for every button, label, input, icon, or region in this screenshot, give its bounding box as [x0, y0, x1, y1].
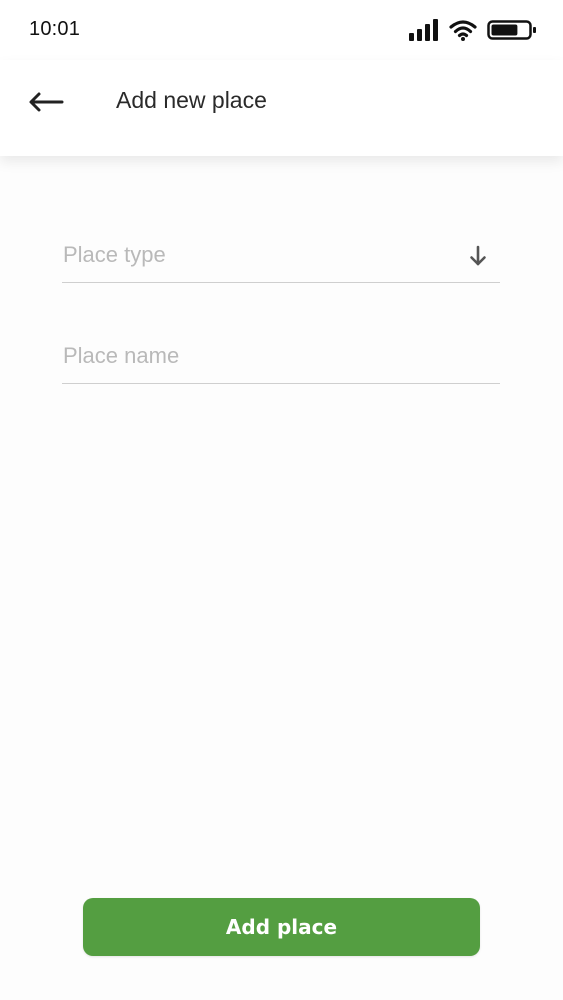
place-name-placeholder: Place name: [63, 343, 180, 368]
arrow-down-icon: [470, 245, 486, 266]
place-type-placeholder: Place type: [63, 242, 166, 267]
place-type-select[interactable]: Place type: [62, 230, 500, 283]
battery-icon: [487, 20, 536, 40]
arrow-left-icon: [29, 92, 64, 112]
status-time: 10:01: [29, 18, 81, 40]
wifi-icon: [449, 20, 477, 41]
app-bar: Add new place: [0, 60, 563, 156]
place-name-field[interactable]: Place name: [62, 331, 500, 384]
status-icons: [409, 18, 537, 42]
add-place-button[interactable]: Add place: [83, 898, 480, 956]
page-title: Add new place: [116, 87, 267, 113]
back-button[interactable]: [20, 80, 72, 124]
screen: 10:01 Add new place Place type Place nam…: [0, 0, 563, 1000]
signal-icon: [409, 19, 438, 41]
status-bar: 10:01: [0, 0, 563, 60]
